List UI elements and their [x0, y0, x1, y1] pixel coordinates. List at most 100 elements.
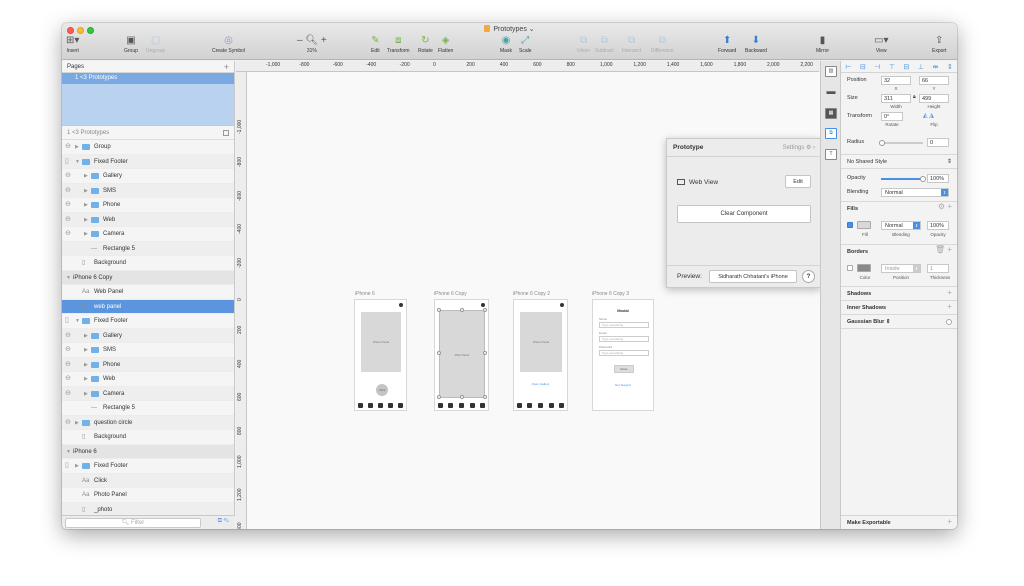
image-icon[interactable]: ▦ [825, 108, 837, 119]
backward-button[interactable]: ⬇ Backward [745, 35, 767, 54]
rotate-field[interactable]: 0° [881, 112, 903, 121]
border-thickness-field[interactable]: 1 [927, 264, 949, 273]
border-checkbox[interactable] [847, 265, 853, 271]
fill-color-swatch[interactable] [857, 221, 871, 229]
union-button[interactable]: ⧉ Union [577, 35, 590, 54]
fill-blending-select[interactable]: Normal ⇕ [881, 221, 921, 230]
sidebar-icon[interactable]: ▬ [825, 87, 837, 98]
device-select[interactable]: Sidharath Chhatani's iPhone [709, 270, 797, 283]
layer-row[interactable]: Aa Web Panel [62, 285, 234, 300]
artboard-iphone-6-copy-3[interactable]: Modal Name Type something Email Type som… [592, 299, 654, 411]
intersect-button[interactable]: ⧉ Intersect [622, 35, 641, 54]
resize-handle[interactable] [437, 351, 441, 355]
align-bottom-icon[interactable]: ⊥ [918, 63, 924, 71]
blending-select[interactable]: Normal ⇕ [881, 188, 949, 197]
layer-row[interactable]: ▯ Background [62, 256, 234, 271]
settings-menu[interactable]: Settings ⚙ › [783, 139, 815, 157]
radius-field[interactable]: 0 [927, 138, 949, 147]
question-circle-icon[interactable] [481, 303, 485, 307]
filter-input[interactable]: 🔍︎ Filter [65, 518, 201, 528]
clear-component-button[interactable]: Clear Component [677, 205, 811, 223]
disclosure-triangle-icon[interactable]: ▶ [84, 387, 88, 402]
x-field[interactable]: 32 [881, 76, 911, 85]
group-button[interactable]: ▣ Group [124, 35, 138, 54]
disclosure-triangle-icon[interactable]: ▼ [75, 314, 80, 329]
add-border-icon[interactable]: 🗑︎ + [935, 245, 952, 254]
disclosure-triangle-icon[interactable]: ▶ [84, 169, 88, 184]
resize-handle[interactable] [483, 308, 487, 312]
add-page-icon[interactable]: + [224, 61, 229, 73]
blur-toggle[interactable] [946, 319, 952, 325]
insert-button[interactable]: ⊞▾ Insert [66, 35, 79, 54]
click-button[interactable]: Click [376, 384, 388, 396]
disclosure-triangle-icon[interactable]: ▶ [84, 358, 88, 373]
layer-row[interactable]: ⊖ ▶ Phone [62, 198, 234, 213]
y-field[interactable]: 66 [919, 76, 949, 85]
distribute-h-icon[interactable]: ⇹ [932, 63, 938, 71]
disclosure-triangle-icon[interactable]: ▼ [66, 271, 71, 286]
name-field[interactable]: Type something [599, 322, 649, 328]
artboard-label[interactable]: iPhone 6 Copy 3 [592, 291, 629, 297]
layer-row[interactable]: ⊖ ▶ Web [62, 372, 234, 387]
ungroup-button[interactable]: ▢ Ungroup [146, 35, 165, 54]
layer-row[interactable]: ▼ iPhone 6 Copy [62, 270, 234, 286]
layer-row[interactable]: ▯ ▼ Fixed Footer [62, 314, 234, 329]
artboard-iphone-6-copy[interactable]: Web Panel [434, 299, 489, 411]
align-right-icon[interactable]: ⊣ [874, 63, 880, 71]
disclosure-triangle-icon[interactable]: ▶ [84, 198, 88, 213]
gaussian-blur-row[interactable]: Gaussian Blur ⇕ [841, 315, 957, 329]
symbol-circle-icon[interactable]: ⊖ [65, 227, 71, 242]
flatten-button[interactable]: ◈ Flatten [438, 35, 453, 54]
layer-row[interactable]: ▼ iPhone 6 [62, 444, 234, 459]
disclosure-triangle-icon[interactable]: ▶ [75, 459, 79, 474]
resize-handle[interactable] [460, 308, 464, 312]
distribute-v-icon[interactable]: ⇕ [947, 63, 953, 71]
symbol-circle-icon[interactable]: ⊖ [65, 372, 71, 387]
height-field[interactable]: 499 [919, 94, 949, 103]
layer-row[interactable]: ⊖ ▶ Web [62, 212, 234, 228]
opacity-field[interactable]: 100% [927, 174, 949, 183]
layer-row[interactable]: ⊖ ▶ SMS [62, 183, 234, 199]
rotate-button[interactable]: ↻ Rotate [418, 35, 433, 54]
resize-handle[interactable] [437, 395, 441, 399]
layer-row[interactable]: ⊖ ▶ Gallery [62, 328, 234, 343]
layer-row[interactable]: ⊖ ▶ Camera [62, 386, 234, 402]
page-item-selected[interactable]: 1 <3 Prototypes [62, 73, 234, 84]
transform-button[interactable]: ⧈ Transform [387, 35, 410, 54]
layer-row[interactable]: ▯ ▼ Fixed Footer [62, 154, 234, 169]
opacity-slider[interactable] [920, 176, 926, 182]
fill-opacity-field[interactable]: 100% [927, 221, 949, 230]
disclosure-triangle-icon[interactable]: ▶ [84, 343, 88, 358]
symbol-circle-icon[interactable]: ⊖ [65, 343, 71, 358]
layer-row[interactable]: ⊖ ▶ Phone [62, 357, 234, 373]
inner-shadows-row[interactable]: Inner Shadows + [841, 301, 957, 315]
layer-row[interactable]: ▯ ▶ Fixed Footer [62, 459, 234, 474]
layer-row[interactable]: ▯ Background [62, 430, 234, 445]
symbol-circle-icon[interactable]: ⊖ [65, 358, 71, 373]
shadows-row[interactable]: Shadows + [841, 287, 957, 301]
disclosure-triangle-icon[interactable]: ▶ [84, 213, 88, 228]
done-button[interactable]: Done [614, 365, 634, 373]
radius-slider[interactable] [879, 140, 885, 146]
export-button[interactable]: ⇪ Export [932, 35, 946, 54]
difference-button[interactable]: ⧉ Difference [651, 35, 674, 54]
collapse-icon[interactable] [223, 130, 229, 136]
layout-icon[interactable]: ▥ [825, 66, 837, 77]
disclosure-triangle-icon[interactable]: ▶ [84, 227, 88, 242]
zoom-control[interactable]: – 🔍︎ +31% [297, 35, 327, 54]
lock-icon[interactable]: 🔒︎ [913, 94, 916, 100]
create-symbol-button[interactable]: ◎ Create Symbol [212, 35, 245, 54]
layer-row[interactable]: — Rectangle 5 [62, 401, 234, 416]
width-field[interactable]: 311 [881, 94, 911, 103]
edit-button[interactable]: ✎ Edit [371, 35, 380, 54]
question-circle-icon[interactable] [399, 303, 403, 307]
layer-row[interactable]: ⊖ ▶ Gallery [62, 169, 234, 184]
artboard-label[interactable]: iPhone 6 [355, 291, 375, 297]
email-field[interactable]: Type something [599, 336, 649, 342]
resize-handle[interactable] [483, 351, 487, 355]
layer-row[interactable]: Aa Click [62, 473, 234, 488]
layer-row[interactable]: ⊖ ▶ question circle [62, 415, 234, 430]
artboard-label[interactable]: iPhone 6 Copy [434, 291, 467, 297]
disclosure-triangle-icon[interactable]: ▶ [84, 184, 88, 199]
add-fill-icon[interactable]: ⚙ + [938, 202, 952, 211]
